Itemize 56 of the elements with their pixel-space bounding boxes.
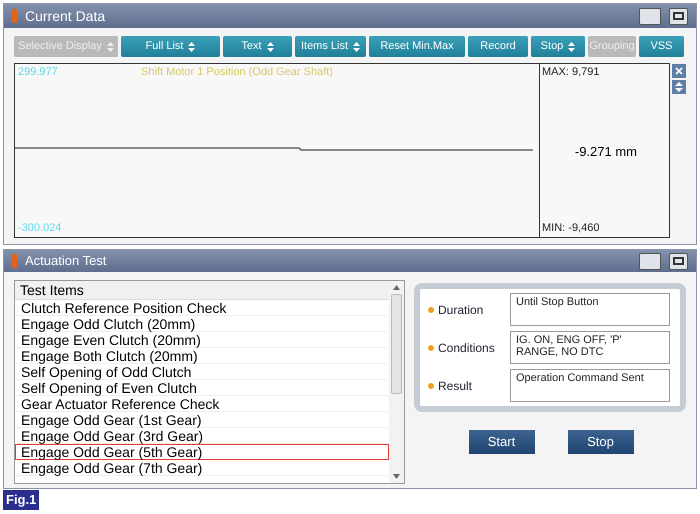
toolbar-button[interactable]: Stop (531, 36, 585, 57)
panel-title: Actuation Test (25, 252, 106, 270)
toolbar-button[interactable]: Items List (295, 36, 366, 57)
maximize-icon[interactable] (669, 252, 688, 270)
test-item[interactable]: Self Opening of Even Clutch (15, 380, 389, 396)
test-item[interactable]: Engage Odd Gear (3rd Gear) (15, 428, 389, 444)
maximize-icon[interactable] (669, 8, 688, 24)
reorder-icon[interactable] (672, 80, 686, 94)
test-item[interactable]: Engage Both Clutch (20mm) (15, 348, 389, 364)
dropdown-arrows-icon (266, 42, 274, 52)
test-item[interactable]: Clutch Reference Position Check (15, 300, 389, 316)
panel-title: Current Data (25, 6, 106, 26)
scrollbar[interactable] (389, 281, 404, 483)
close-icon[interactable] (672, 64, 686, 78)
axis-min-value: -300.024 (18, 220, 62, 236)
max-reading: MAX: 9,791 (542, 65, 600, 80)
detail-value: Operation Command Sent (510, 369, 670, 402)
toolbar-button[interactable]: Text (223, 36, 292, 57)
dropdown-arrows-icon (188, 42, 196, 52)
scroll-up-icon[interactable] (393, 285, 400, 290)
bullet-icon (428, 382, 434, 388)
retry-icon[interactable] (639, 8, 661, 24)
detail-label: Duration (438, 302, 484, 318)
toolbar-button[interactable]: Record (468, 36, 528, 57)
panel-marker-icon (12, 254, 17, 268)
signal-name: Shift Motor 1 Position (Odd Gear Shaft) (141, 65, 333, 80)
bullet-icon (428, 344, 434, 350)
axis-max-value: 299.977 (18, 65, 58, 80)
dropdown-arrows-icon (106, 42, 114, 52)
detail-value: Until Stop Button (510, 293, 670, 326)
test-item[interactable]: Self Opening of Odd Clutch (15, 364, 389, 380)
detail-value: IG. ON, ENG OFF, 'P' RANGE, NO DTC (510, 331, 670, 364)
scrollbar-thumb[interactable] (391, 294, 402, 394)
test-item[interactable]: Engage Odd Gear (7th Gear) (15, 460, 389, 476)
dropdown-arrows-icon (353, 42, 360, 52)
scroll-down-icon[interactable] (393, 474, 400, 479)
toolbar-button[interactable]: Full List (121, 36, 220, 57)
bullet-icon (428, 306, 434, 312)
figure-label: Fig.1 (3, 490, 40, 510)
test-item[interactable]: Gear Actuator Reference Check (15, 396, 389, 412)
detail-label: Result (438, 378, 474, 394)
toolbar-button[interactable]: VSS (639, 36, 684, 57)
detail-label: Conditions (438, 340, 496, 356)
current-reading: -9.271 mm (574, 143, 637, 161)
panel-marker-icon (12, 9, 17, 23)
retry-icon[interactable] (639, 252, 661, 270)
action-button[interactable]: Stop (568, 430, 634, 454)
test-item[interactable]: Engage Odd Gear (1st Gear) (15, 412, 389, 428)
test-item[interactable]: Engage Even Clutch (20mm) (15, 332, 389, 348)
test-item[interactable]: Engage Odd Clutch (20mm) (15, 316, 389, 332)
toolbar-button[interactable]: Reset Min.Max (369, 36, 465, 57)
min-reading: MIN: -9,460 (542, 220, 600, 236)
list-header: Test Items (15, 281, 389, 300)
dropdown-arrows-icon (568, 42, 576, 52)
action-button[interactable]: Start (468, 430, 534, 454)
test-item[interactable]: Engage Odd Gear (5th Gear) (15, 444, 389, 460)
